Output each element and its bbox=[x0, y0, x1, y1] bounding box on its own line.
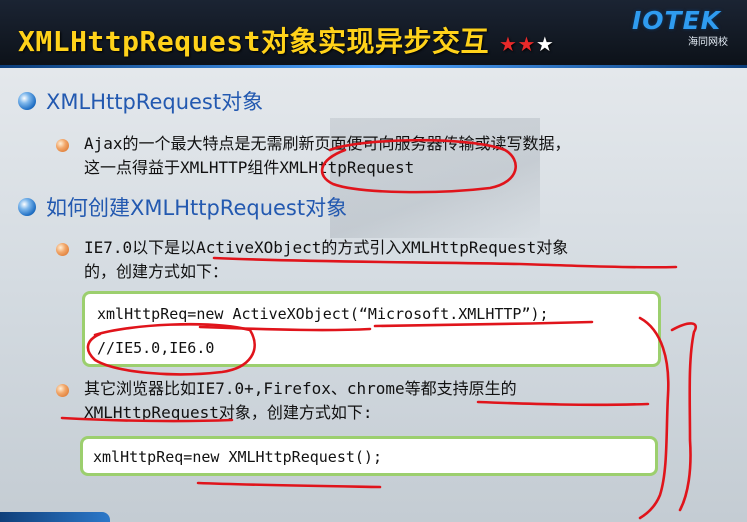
iotek-logo: IOTEK 海同网校 bbox=[628, 6, 738, 48]
orange-bullet-icon bbox=[56, 384, 69, 397]
bullet-text: IE7.0以下是以ActiveXObject的方式引入XMLHttpReques… bbox=[84, 236, 568, 284]
slide-title: XMLHttpRequest对象实现异步交互 ★★★ bbox=[18, 20, 554, 60]
bullet-line: Ajax的一个最大特点是无需刷新页面便可向服务器传输或读写数据， bbox=[84, 134, 571, 153]
logo-word: IOTEK bbox=[632, 6, 722, 35]
bullet-line: IE7.0以下是以ActiveXObject的方式引入XMLHttpReques… bbox=[84, 238, 569, 257]
code-block-native: xmlHttpReq=new XMLHttpRequest(); bbox=[80, 436, 658, 476]
annotation-hook-right bbox=[670, 322, 697, 512]
title-text: XMLHttpRequest对象实现异步交互 bbox=[18, 25, 490, 58]
code-block-activex: xmlHttpReq=new ActiveXObject(“Microsoft.… bbox=[82, 291, 661, 367]
bullet-text: Ajax的一个最大特点是无需刷新页面便可向服务器传输或读写数据， 这一点得益于X… bbox=[84, 132, 571, 180]
orange-bullet-icon bbox=[56, 139, 69, 152]
title-bar: XMLHttpRequest对象实现异步交互 ★★★ IOTEK 海同网校 bbox=[0, 0, 747, 68]
bullet-line: 这一点得益于XMLHTTP组件XMLHttpRequest bbox=[84, 158, 415, 177]
bullet-text: 其它浏览器比如IE7.0+,Firefox、chrome等都支持原生的 XMLH… bbox=[84, 377, 517, 425]
bullet-line: 的，创建方式如下： bbox=[84, 262, 229, 281]
section-heading-create: 如何创建XMLHttpRequest对象 bbox=[46, 196, 348, 220]
bullet-line: 其它浏览器比如IE7.0+,Firefox、chrome等都支持原生的 bbox=[84, 379, 517, 398]
code-line: xmlHttpReq=new XMLHttpRequest(); bbox=[93, 448, 382, 466]
logo-subtitle: 海同网校 bbox=[688, 37, 728, 48]
star-empty-icon: ★ bbox=[535, 32, 555, 56]
blue-bullet-icon bbox=[18, 198, 36, 216]
annotation-underline-native bbox=[196, 481, 382, 489]
blue-bullet-icon bbox=[18, 92, 36, 110]
section-heading-xmlhttprequest: XMLHttpRequest对象 bbox=[46, 90, 264, 114]
footer-bar bbox=[0, 512, 110, 522]
slide: XMLHttpRequest对象实现异步交互 ★★★ IOTEK 海同网校 XML… bbox=[0, 0, 747, 522]
bullet-line: XMLHttpRequest对象，创建方式如下: bbox=[84, 403, 373, 422]
star-filled-icon: ★★ bbox=[499, 32, 536, 56]
orange-bullet-icon bbox=[56, 243, 69, 256]
code-comment: //IE5.0,IE6.0 bbox=[97, 339, 215, 357]
title-divider bbox=[0, 65, 747, 68]
difficulty-stars: ★★★ bbox=[499, 32, 554, 56]
code-line: xmlHttpReq=new ActiveXObject(“Microsoft.… bbox=[97, 305, 549, 323]
